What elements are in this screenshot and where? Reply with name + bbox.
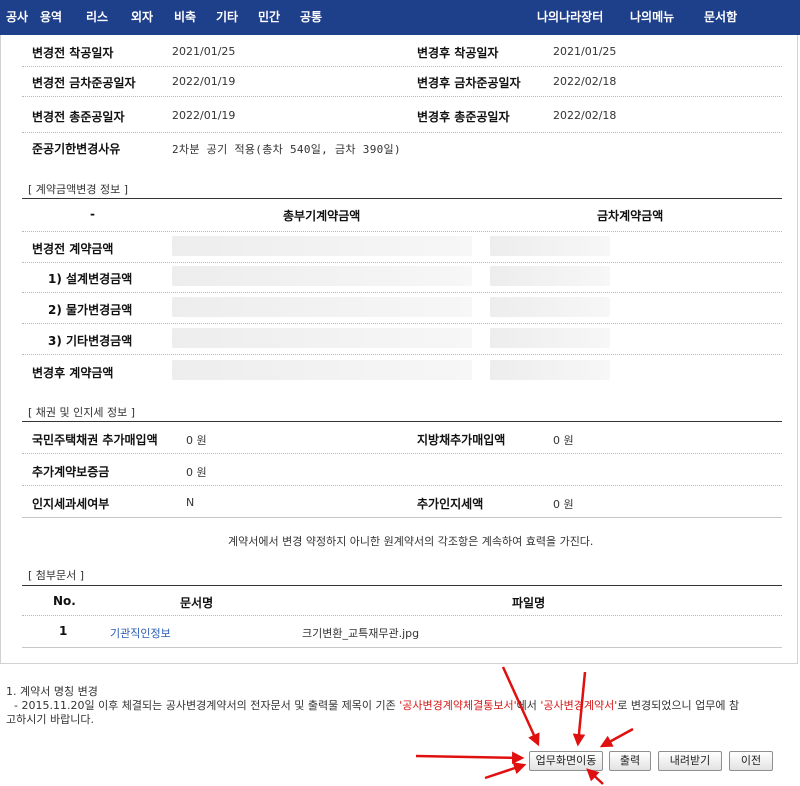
nav-item-construction[interactable]: 공사 (6, 0, 28, 35)
redacted-value (172, 360, 472, 380)
nav-my-naramarket[interactable]: 나의나라장터 (537, 0, 603, 35)
attachments-col-file: 파일명 (512, 596, 546, 610)
contract-detail-panel (0, 35, 798, 664)
download-button[interactable]: 내려받기 (658, 751, 722, 771)
attachments-col-no: No. (53, 594, 76, 608)
before-start-date-label: 변경전 착공일자 (32, 46, 114, 60)
stamp-tax-flag-label: 인지세과세여부 (32, 497, 110, 511)
redacted-value (490, 328, 610, 348)
table-top-border (22, 198, 782, 199)
goto-work-screen-button[interactable]: 업무화면이동 (529, 751, 603, 771)
before-total-completion-value: 2022/01/19 (172, 109, 236, 122)
notice-line-3: 고하시기 바랍니다. (6, 713, 94, 726)
redacted-value (490, 266, 610, 286)
notice-line-1: 1. 계약서 명칭 변경 (6, 685, 98, 698)
notice-text: 로 변경되었으니 업무에 참 (617, 699, 740, 712)
before-partial-completion-label: 변경전 금차준공일자 (32, 76, 136, 90)
nav-item-private[interactable]: 민간 (258, 0, 280, 35)
table-top-border (22, 421, 782, 422)
after-start-date-value: 2021/01/25 (553, 45, 617, 58)
row-divider (22, 231, 782, 232)
prev-button[interactable]: 이전 (729, 751, 773, 771)
nav-item-common[interactable]: 공통 (300, 0, 322, 35)
national-housing-bond-value: 0 원 (186, 434, 207, 447)
redacted-value (172, 297, 472, 317)
continuity-clause-note: 계약서에서 변경 약정하지 아니한 원계약서의 각조항은 계속하여 효력을 가진… (228, 535, 594, 548)
additional-guarantee-label: 추가계약보증금 (32, 465, 110, 479)
bond-section-title: [ 채권 및 인지세 정보 ] (28, 406, 136, 419)
row-divider (22, 292, 782, 293)
row-divider (22, 66, 782, 67)
before-start-date-value: 2021/01/25 (172, 45, 236, 58)
national-housing-bond-label: 국민주택채권 추가매입액 (32, 433, 158, 447)
row-divider (22, 615, 782, 616)
notice-new-title: '공사변경계약서' (540, 699, 618, 712)
attachments-col-doc: 문서명 (180, 596, 214, 610)
amount-col-dash: - (90, 207, 95, 221)
amount-row-after: 변경후 계약금액 (32, 366, 114, 380)
amount-col-current: 금차계약금액 (597, 209, 664, 223)
annotation-arrow (415, 751, 525, 765)
notice-old-title: '공사변경계약체결통보서' (399, 699, 517, 712)
deadline-change-reason-value: 2차분 공기 적용(총차 540일, 금차 390일) (172, 143, 401, 156)
amount-row-before: 변경전 계약금액 (32, 242, 114, 256)
nav-item-etc[interactable]: 기타 (216, 0, 238, 35)
attachments-section-title: [ 첨부문서 ] (28, 569, 85, 582)
row-divider (22, 485, 782, 486)
row-divider (22, 354, 782, 355)
notice-line-2: - 2015.11.20일 이후 체결되는 공사변경계약서의 전자문서 및 출력… (6, 699, 786, 713)
additional-stamp-tax-value: 0 원 (553, 498, 574, 511)
row-divider (22, 323, 782, 324)
section-bottom-border (22, 517, 782, 518)
table-bottom-border (22, 647, 782, 648)
row-divider (22, 96, 782, 97)
annotation-arrow (586, 768, 604, 785)
annotation-arrow (484, 762, 527, 780)
nav-my-menu[interactable]: 나의메뉴 (630, 0, 674, 35)
notice-text: - 2015.11.20일 이후 체결되는 공사변경계약서의 전자문서 및 출력… (14, 699, 400, 712)
annotation-arrow (599, 727, 634, 748)
nav-item-stockpile[interactable]: 비축 (174, 0, 196, 35)
row-divider (22, 453, 782, 454)
additional-stamp-tax-label: 추가인지세액 (417, 497, 484, 511)
nav-item-lease[interactable]: 리스 (86, 0, 108, 35)
attachment-file-name[interactable]: 크기변환_교특재무관.jpg (302, 625, 419, 641)
stamp-tax-flag-value: N (186, 496, 195, 509)
top-nav-bar: 공사 용역 리스 외자 비축 기타 민간 공통 나의나라장터 나의메뉴 문서함 (0, 0, 800, 35)
nav-item-service[interactable]: 용역 (40, 0, 62, 35)
deadline-change-reason-label: 준공기한변경사유 (32, 142, 121, 156)
notice-text: 에서 (516, 699, 541, 712)
row-divider (22, 132, 782, 133)
table-top-border (22, 585, 782, 586)
print-button[interactable]: 출력 (609, 751, 651, 771)
amount-col-total: 총부기계약금액 (283, 209, 361, 223)
before-total-completion-label: 변경전 총준공일자 (32, 110, 125, 124)
after-partial-completion-value: 2022/02/18 (553, 75, 617, 88)
nav-item-foreign[interactable]: 외자 (131, 0, 153, 35)
local-bond-label: 지방채추가매입액 (417, 433, 506, 447)
redacted-value (490, 360, 610, 380)
attachment-row-no: 1 (59, 624, 68, 638)
redacted-value (490, 236, 610, 256)
redacted-value (490, 297, 610, 317)
row-divider (22, 262, 782, 263)
nav-document-box[interactable]: 문서함 (704, 0, 737, 35)
amount-section-title: [ 계약금액변경 정보 ] (28, 183, 129, 196)
redacted-value (172, 328, 472, 348)
redacted-value (172, 236, 472, 256)
amount-row-other-change: 3) 기타변경금액 (48, 334, 133, 348)
after-total-completion-value: 2022/02/18 (553, 109, 617, 122)
before-partial-completion-value: 2022/01/19 (172, 75, 236, 88)
after-partial-completion-label: 변경후 금차준공일자 (417, 76, 521, 90)
local-bond-value: 0 원 (553, 434, 574, 447)
attachment-doc-link[interactable]: 기관직인정보 (110, 625, 171, 641)
notice-box: 1. 계약서 명칭 변경 - 2015.11.20일 이후 체결되는 공사변경계… (6, 685, 786, 727)
amount-row-design-change: 1) 설계변경금액 (48, 272, 133, 286)
after-total-completion-label: 변경후 총준공일자 (417, 110, 510, 124)
redacted-value (172, 266, 472, 286)
additional-guarantee-value: 0 원 (186, 466, 207, 479)
amount-row-price-change: 2) 물가변경금액 (48, 303, 133, 317)
after-start-date-label: 변경후 착공일자 (417, 46, 499, 60)
